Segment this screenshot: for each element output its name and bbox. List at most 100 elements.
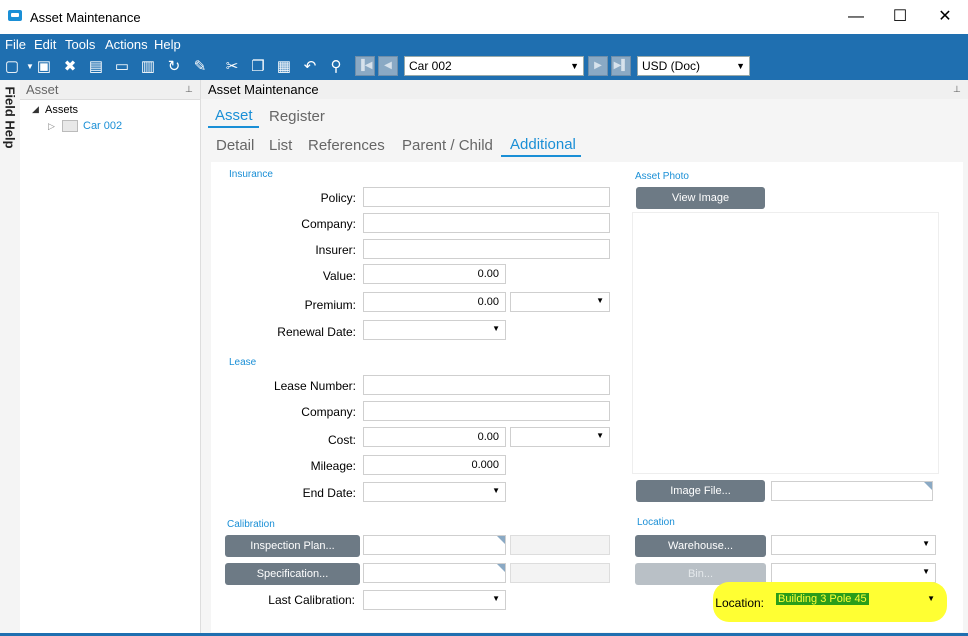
policy-field[interactable] [363,187,610,207]
search-icon[interactable]: ⚲ [326,57,346,77]
copy-icon[interactable]: ❐ [248,57,268,77]
menu-actions[interactable]: Actions [105,37,148,52]
cost-period-select[interactable]: ▼ [510,427,610,447]
menu-file[interactable]: File [5,37,26,52]
image-file-button[interactable]: Image File... [636,480,765,502]
cost-field[interactable]: 0.00 [363,427,506,447]
record-selector[interactable]: Car 002 ▼ [404,56,584,76]
tab-asset[interactable]: Asset [215,107,253,124]
cost-label: Cost: [327,433,356,447]
delete-icon[interactable]: ✖ [60,57,80,77]
insurance-company-field[interactable] [363,213,610,233]
inspection-plan-field[interactable] [363,535,506,555]
refresh-icon[interactable]: ↻ [164,57,184,77]
tree-item-car-002[interactable]: Car 002 [83,120,122,132]
mileage-label: Mileage: [310,459,356,473]
main-panel-title: Asset Maintenance [208,82,319,97]
lease-section-title: Lease [229,357,257,368]
app-icon [8,10,22,21]
title-bar [0,0,968,34]
end-date-field[interactable]: ▼ [363,482,506,502]
subtab-additional[interactable]: Additional [510,136,576,153]
subtab-list[interactable]: List [269,137,292,154]
undo-icon[interactable]: ↶ [300,57,320,77]
chevron-down-icon: ▼ [596,296,604,305]
field-help-label: Field Help [2,86,18,149]
tree-root-assets[interactable]: Assets [45,104,78,116]
new-icon[interactable]: ▢ [2,57,22,77]
minimize-button[interactable]: — [841,6,871,28]
attachment-icon[interactable]: ▥ [138,57,158,77]
collapse-icon[interactable]: ◢ [32,104,39,115]
asset-photo-area [632,212,939,474]
subtab-references[interactable]: References [308,137,385,154]
premium-period-select[interactable]: ▼ [510,292,610,312]
menu-tools[interactable]: Tools [65,37,95,52]
next-record-button[interactable]: ▶ [588,56,608,76]
chevron-down-icon: ▼ [492,486,500,495]
insurer-label: Insurer: [315,243,356,257]
asset-tree-panel [20,80,201,636]
inspection-plan-button[interactable]: Inspection Plan... [225,535,360,557]
tree-panel-title: Asset [26,82,59,97]
close-button[interactable]: ✕ [930,6,960,28]
lookup-corner-icon [924,482,932,490]
currency-selector-value: USD (Doc) [642,59,701,73]
paste-icon[interactable]: ▦ [274,57,294,77]
previous-record-button[interactable]: ◀ [378,56,398,76]
last-record-button[interactable]: ▶▌ [611,56,631,76]
value-field[interactable]: 0.00 [363,264,506,284]
clear-icon[interactable]: ✎ [190,57,210,77]
location-section-title: Location [637,517,675,528]
subtab-detail[interactable]: Detail [216,137,254,154]
mileage-field[interactable]: 0.000 [363,455,506,475]
warehouse-select[interactable]: ▼ [771,535,936,555]
calibration-section-title: Calibration [227,519,275,530]
bin-select[interactable]: ▼ [771,563,936,583]
book-icon[interactable]: ▤ [86,57,106,77]
location-select[interactable]: Building 3 Pole 45 ▼ [776,591,940,610]
menu-edit[interactable]: Edit [34,37,56,52]
maximize-button[interactable]: ☐ [885,6,915,28]
lookup-corner-icon [497,536,505,544]
tab-register[interactable]: Register [269,108,325,125]
chevron-down-icon: ▼ [922,567,930,576]
chevron-down-icon: ▼ [492,594,500,603]
image-file-field[interactable] [771,481,933,501]
record-selector-value: Car 002 [409,59,452,73]
renewal-date-field[interactable]: ▼ [363,320,506,340]
asset-photo-section-title: Asset Photo [635,171,689,182]
specification-field[interactable] [363,563,506,583]
first-record-button[interactable]: ▐◀ [355,56,375,76]
field-help-tab[interactable] [0,80,21,636]
last-calibration-field[interactable]: ▼ [363,590,506,610]
cut-icon[interactable]: ✂ [222,57,242,77]
lookup-corner-icon [497,564,505,572]
insurance-company-label: Company: [301,217,356,231]
insurer-field[interactable] [363,239,610,259]
window-title: Asset Maintenance [30,10,141,25]
currency-selector[interactable]: USD (Doc) ▼ [637,56,750,76]
lease-company-field[interactable] [363,401,610,421]
chevron-down-icon: ▼ [922,539,930,548]
pin-icon[interactable]: ⊥ [953,84,961,95]
save-icon[interactable]: ▣ [34,57,54,77]
renewal-date-label: Renewal Date: [277,325,356,339]
last-calibration-label: Last Calibration: [268,593,355,607]
chevron-down-icon: ▼ [492,324,500,333]
premium-label: Premium: [304,298,356,312]
policy-label: Policy: [320,191,356,205]
specification-button[interactable]: Specification... [225,563,360,585]
warehouse-button[interactable]: Warehouse... [635,535,766,557]
premium-field[interactable]: 0.00 [363,292,506,312]
location-label: Location: [715,596,764,610]
lease-number-field[interactable] [363,375,610,395]
note-icon[interactable]: ▭ [112,57,132,77]
view-image-button[interactable]: View Image [636,187,765,209]
end-date-label: End Date: [302,486,356,500]
expand-icon[interactable]: ▷ [48,121,55,132]
subtab-parent-child[interactable]: Parent / Child [402,137,493,154]
lease-company-label: Company: [301,405,356,419]
menu-help[interactable]: Help [154,37,181,52]
pin-icon[interactable]: ⊥ [185,84,193,95]
